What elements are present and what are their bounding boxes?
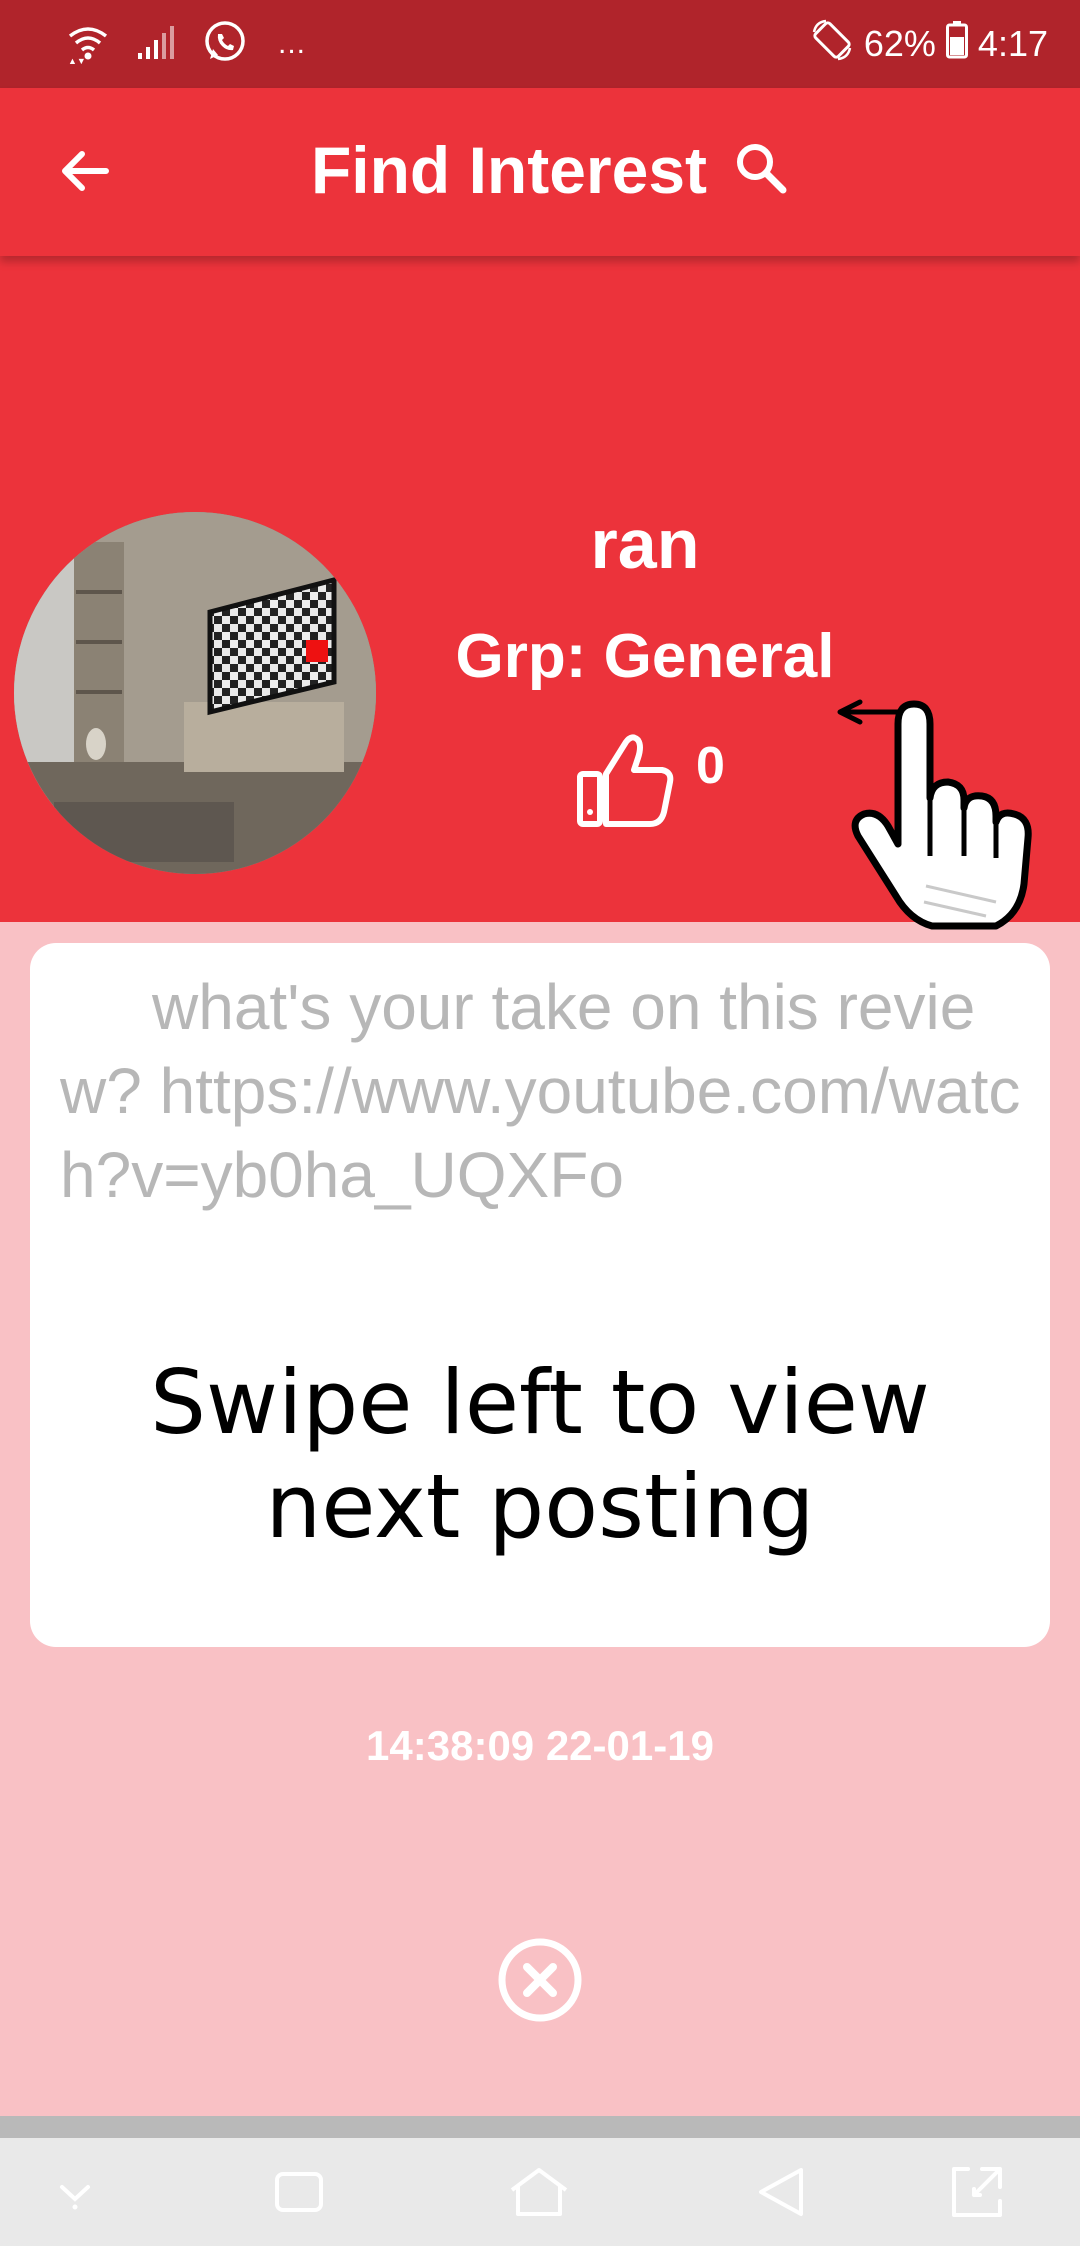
title-area: Find Interest [0, 128, 1080, 212]
battery-icon [945, 20, 968, 68]
user-name: ran [590, 505, 700, 583]
recents-icon [275, 2172, 323, 2212]
swipe-hint: Swipe left to view next posting [30, 1351, 1050, 1559]
back-nav-button[interactable] [746, 2158, 816, 2226]
battery-percent: 62% [863, 23, 936, 64]
recents-button[interactable] [264, 2158, 334, 2226]
status-overflow-dots: ... [278, 27, 307, 60]
navigation-bar [0, 2138, 1080, 2246]
hide-keyboard-icon [60, 2185, 90, 2210]
close-circle-icon [498, 1938, 582, 2022]
wifi-icon: ▲▼ [66, 20, 110, 69]
clock: 4:17 [977, 23, 1048, 64]
hide-keyboard-button[interactable] [40, 2158, 110, 2226]
home-button[interactable] [504, 2158, 574, 2226]
home-icon [510, 2168, 568, 2216]
search-button[interactable] [731, 138, 791, 203]
fullscreen-button[interactable] [942, 2158, 1012, 2226]
search-icon [737, 143, 787, 193]
dismiss-button[interactable] [496, 1936, 584, 2024]
swipe-hand-icon [836, 688, 1046, 936]
svg-text:▲▼: ▲▼ [68, 56, 86, 64]
signal-icon [136, 25, 176, 64]
thumbs-up-icon [577, 734, 674, 827]
back-icon [759, 2168, 803, 2216]
rotate-icon [810, 18, 854, 71]
like-button[interactable] [574, 728, 678, 837]
swipe-hint-line-2: next posting [265, 1455, 815, 1558]
post-card[interactable]: what's your take on this review? https:/… [30, 943, 1050, 1647]
avatar[interactable] [14, 512, 376, 874]
group-label: Grp: General [455, 622, 835, 691]
whatsapp-icon [202, 19, 248, 70]
nav-divider [0, 2116, 1080, 2138]
post-timestamp: 14:38:09 22-01-19 [366, 1722, 714, 1769]
like-section: 0 [574, 728, 725, 837]
like-count: 0 [696, 737, 725, 795]
page-title: Find Interest [310, 133, 708, 207]
profile-header: ran Grp: General 0 [0, 256, 1080, 930]
fullscreen-icon [952, 2167, 1002, 2217]
post-text[interactable]: what's your take on this review? https:/… [60, 965, 1030, 1217]
app-bar: Find Interest [0, 88, 1080, 256]
status-bar: ▲▼ ... 62% 4:17 [0, 0, 1080, 88]
swipe-hint-line-1: Swipe left to view [150, 1351, 930, 1454]
